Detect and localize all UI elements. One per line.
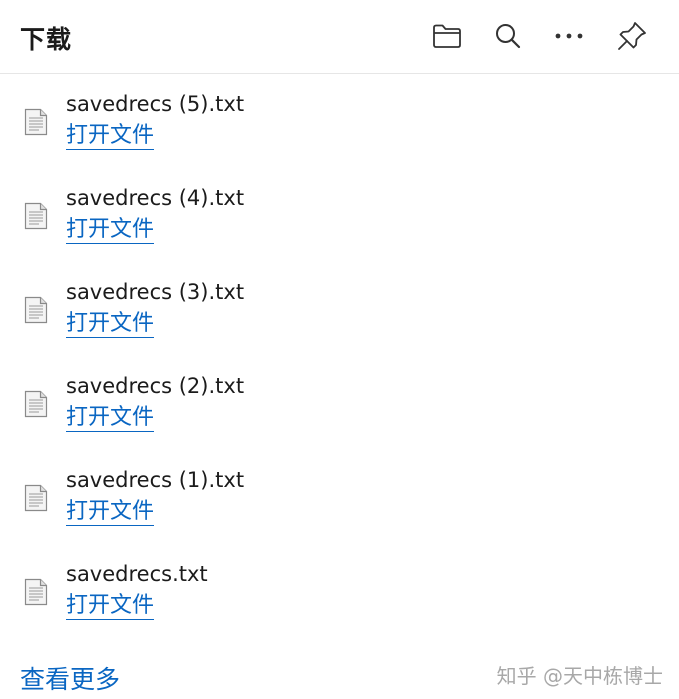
search-icon (496, 24, 521, 49)
open-folder-button[interactable] (425, 14, 469, 58)
panel-title: 下载 (20, 25, 73, 54)
downloads-list: savedrecs (5).txt 打开文件 savedrecs (4).txt… (0, 74, 679, 638)
text-file-icon (24, 108, 48, 136)
file-name: savedrecs (5).txt (66, 92, 245, 116)
text-file-icon (24, 202, 48, 230)
open-file-link[interactable]: 打开文件 (66, 311, 155, 338)
more-icon (555, 33, 583, 39)
open-file-link[interactable]: 打开文件 (66, 593, 155, 620)
text-file-icon (24, 578, 48, 606)
download-item: savedrecs (3).txt 打开文件 (0, 262, 679, 356)
pin-icon (618, 22, 646, 50)
download-item: savedrecs (1).txt 打开文件 (0, 450, 679, 544)
file-name: savedrecs.txt (66, 562, 208, 586)
search-button[interactable] (486, 14, 530, 58)
watermark: 知乎 @天中栋博士 (496, 664, 663, 688)
see-more-link[interactable]: 查看更多 (20, 660, 120, 696)
more-options-button[interactable] (547, 14, 591, 58)
pin-button[interactable] (610, 14, 654, 58)
download-item: savedrecs (2).txt 打开文件 (0, 356, 679, 450)
folder-icon (433, 24, 461, 48)
text-file-icon (24, 484, 48, 512)
file-name: savedrecs (3).txt (66, 280, 245, 304)
open-file-link[interactable]: 打开文件 (66, 499, 155, 526)
open-file-link[interactable]: 打开文件 (66, 405, 155, 432)
text-file-icon (24, 390, 48, 418)
open-file-link[interactable]: 打开文件 (66, 217, 155, 244)
file-name: savedrecs (1).txt (66, 468, 245, 492)
download-item: savedrecs (4).txt 打开文件 (0, 168, 679, 262)
download-item: savedrecs (5).txt 打开文件 (0, 74, 679, 168)
open-file-link[interactable]: 打开文件 (66, 123, 155, 150)
file-name: savedrecs (4).txt (66, 186, 245, 210)
download-item: savedrecs.txt 打开文件 (0, 544, 679, 638)
text-file-icon (24, 296, 48, 324)
downloads-header: 下载 (0, 0, 679, 74)
file-name: savedrecs (2).txt (66, 374, 245, 398)
